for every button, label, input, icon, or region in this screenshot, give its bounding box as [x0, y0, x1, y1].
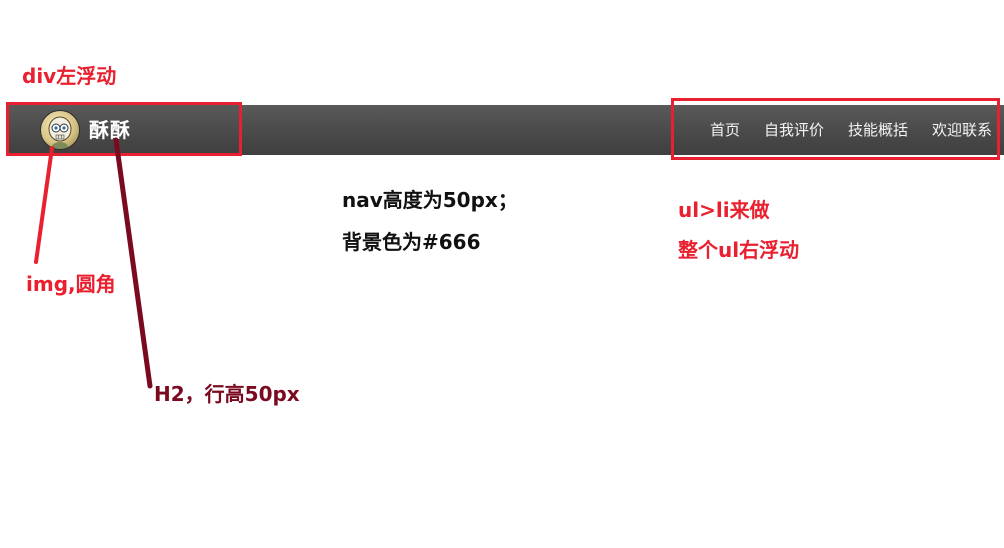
- h2-pointer-line: [113, 137, 153, 389]
- ul-li-note: ul>li来做: [678, 198, 770, 222]
- img-pointer-line: [34, 146, 54, 264]
- img-rounded-note: img,圆角: [26, 272, 116, 296]
- nav-height-note: nav高度为50px；: [342, 188, 518, 212]
- right-float-highlight-box: [671, 98, 1000, 160]
- nav-background-note: 背景色为#666: [342, 230, 481, 254]
- annotation-arrows: [34, 137, 153, 389]
- left-float-highlight-box: [6, 102, 242, 156]
- div-float-left-note: div左浮动: [22, 64, 117, 88]
- ul-float-right-note: 整个ul右浮动: [678, 238, 800, 262]
- canvas: div左浮动 酥酥 首页 自我评价 技能概括 欢迎联系 nav高度为50px； …: [0, 0, 1004, 548]
- h2-line-height-note: H2，行高50px: [154, 382, 300, 406]
